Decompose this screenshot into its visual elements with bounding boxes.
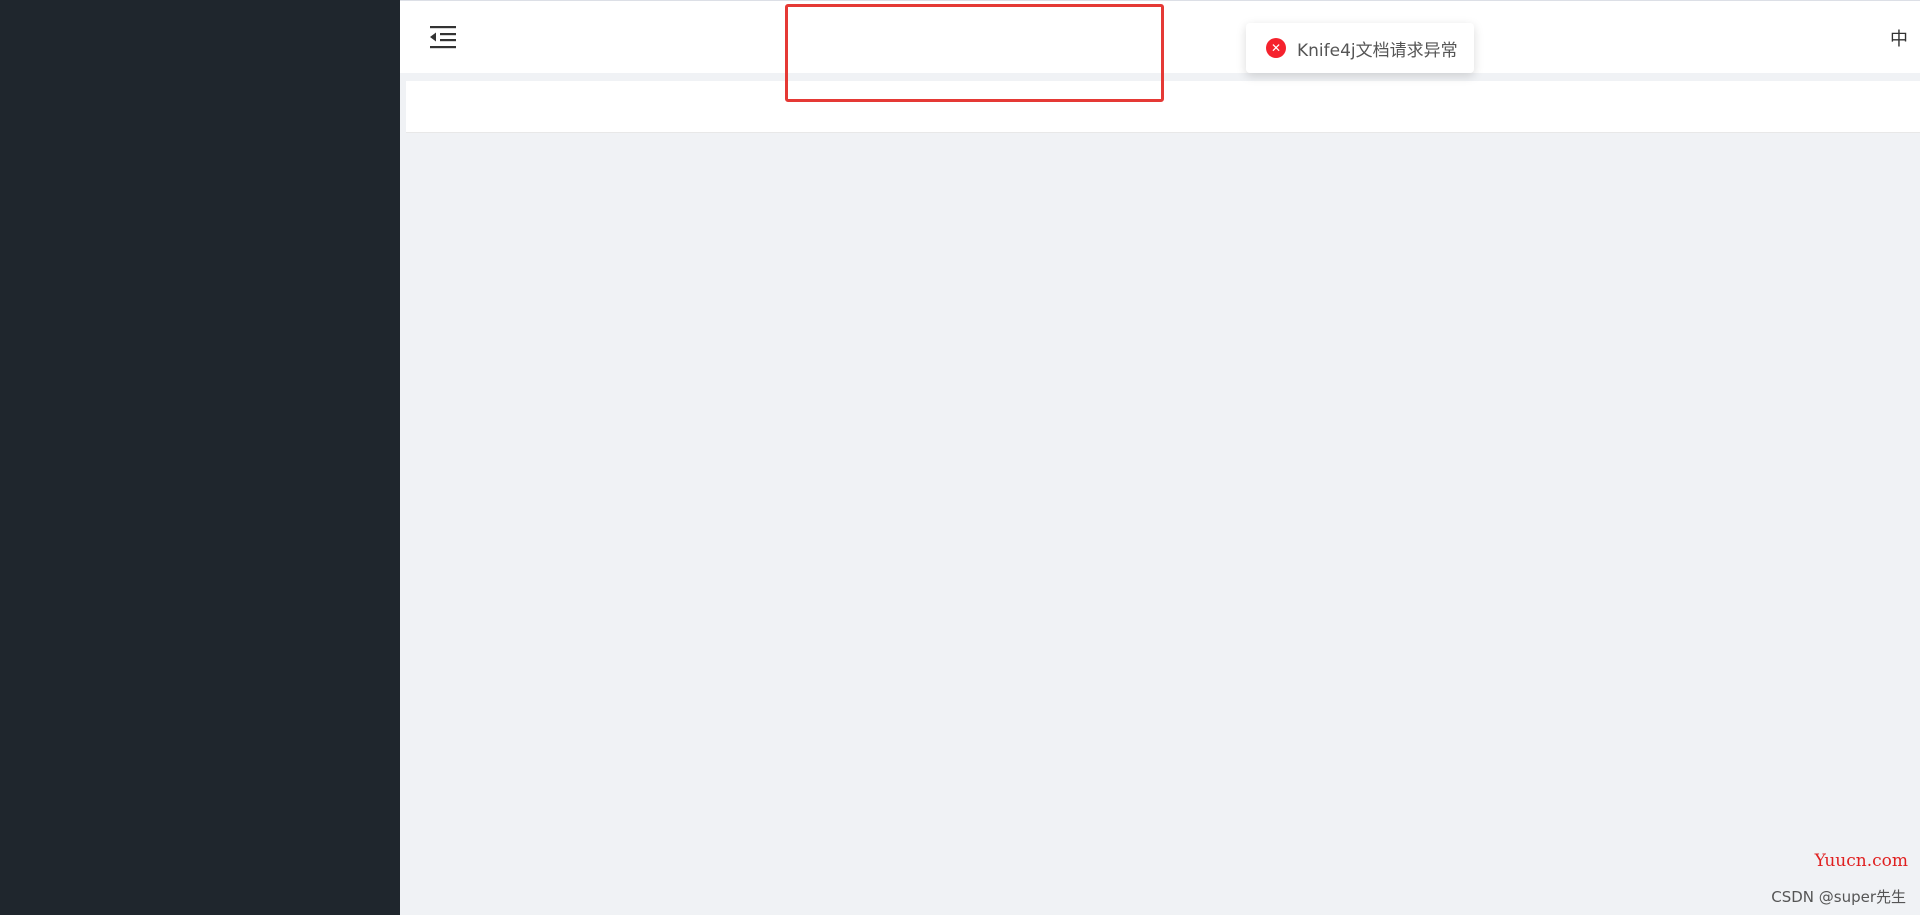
main-area: 中 ✕ Knife4j文档请求异常 Yuucn.com CSDN @super先… (400, 0, 1920, 915)
app-window: 中 ✕ Knife4j文档请求异常 Yuucn.com CSDN @super先… (0, 0, 1920, 915)
toast-message: Knife4j文档请求异常 (1297, 40, 1458, 61)
site-watermark: Yuucn.com (1814, 851, 1908, 871)
csdn-watermark: CSDN @super先生 (1771, 888, 1906, 906)
language-toggle[interactable]: 中 (1890, 25, 1908, 51)
sidebar (0, 0, 400, 915)
menu-fold-icon[interactable] (430, 25, 456, 49)
top-header: 中 (400, 1, 1920, 73)
tab-bar (406, 81, 1920, 133)
error-toast: ✕ Knife4j文档请求异常 (1246, 23, 1474, 73)
error-circle-icon: ✕ (1266, 38, 1286, 58)
